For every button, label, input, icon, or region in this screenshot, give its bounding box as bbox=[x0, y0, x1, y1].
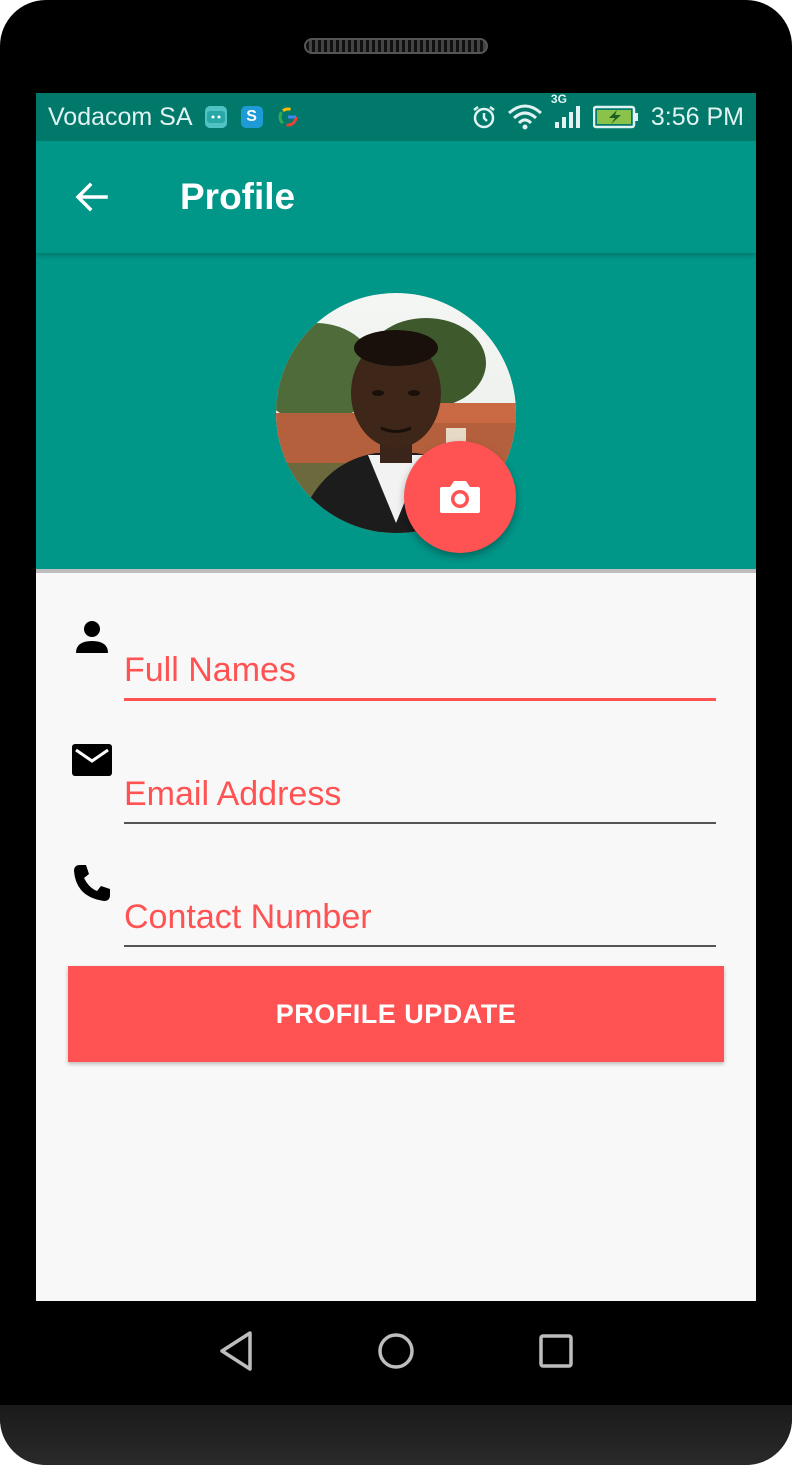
person-icon bbox=[70, 615, 114, 659]
carrier-name: Vodacom SA bbox=[48, 102, 193, 131]
skype-icon: S bbox=[240, 106, 263, 128]
phone-chin bbox=[0, 1405, 792, 1465]
nav-home-button[interactable] bbox=[366, 1321, 426, 1381]
email-input[interactable] bbox=[124, 766, 716, 824]
nav-back-button[interactable] bbox=[206, 1321, 266, 1381]
contact-number-input[interactable] bbox=[124, 889, 716, 947]
profile-update-button[interactable]: PROFILE UPDATE bbox=[68, 966, 724, 1062]
profile-header bbox=[36, 253, 756, 573]
contact-row bbox=[36, 861, 756, 947]
back-button[interactable] bbox=[62, 167, 122, 227]
status-clock: 3:56 PM bbox=[650, 102, 744, 131]
app-bar: Profile bbox=[36, 141, 756, 253]
arrow-left-icon bbox=[75, 182, 108, 212]
nav-back-icon bbox=[220, 1331, 252, 1371]
mail-icon bbox=[70, 738, 114, 782]
page-title: Profile bbox=[180, 176, 296, 217]
phone-frame: Vodacom SA S 3G 3:56 PM Profile Full Nam… bbox=[0, 0, 792, 1465]
app-screen: Vodacom SA S 3G 3:56 PM Profile Full Nam… bbox=[36, 93, 756, 1301]
nav-home-icon bbox=[378, 1333, 414, 1369]
battery-charging-icon bbox=[592, 105, 639, 129]
status-bar: Vodacom SA S 3G 3:56 PM bbox=[36, 93, 756, 141]
camera-icon bbox=[440, 481, 480, 513]
google-icon bbox=[277, 106, 299, 128]
alarm-icon bbox=[471, 104, 497, 130]
change-photo-button[interactable] bbox=[404, 441, 516, 553]
wifi-icon bbox=[507, 103, 543, 131]
signal-icon: 3G bbox=[551, 93, 583, 130]
earpiece-speaker bbox=[304, 38, 488, 54]
full-names-row bbox=[36, 615, 756, 701]
nav-recents-icon bbox=[539, 1334, 573, 1368]
system-nav-bar bbox=[36, 1301, 756, 1405]
network-type: 3G bbox=[550, 93, 567, 106]
full-names-input[interactable] bbox=[124, 643, 716, 701]
email-row bbox=[36, 738, 756, 824]
nav-recents-button[interactable] bbox=[526, 1321, 586, 1381]
phone-icon bbox=[70, 861, 114, 905]
android-icon bbox=[204, 106, 227, 128]
